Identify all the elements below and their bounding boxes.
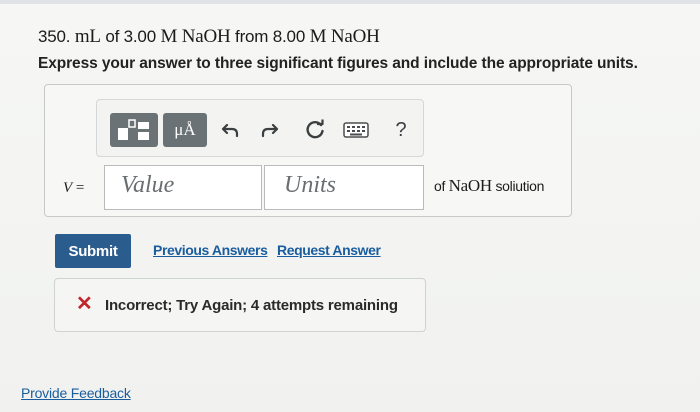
question-solute-2: M NaOH (309, 26, 380, 47)
request-answer-link[interactable]: Request Answer (277, 242, 381, 258)
redo-button[interactable] (256, 113, 282, 147)
variable-equals: = (72, 180, 85, 196)
undo-icon (221, 123, 239, 138)
template-icon (118, 119, 149, 140)
question-from: from (230, 27, 273, 46)
question-text: 350. mL of 3.00 M NaOH from 8.00 M NaOH (38, 26, 380, 48)
problem-page: 350. mL of 3.00 M NaOH from 8.00 M NaOH … (0, 0, 700, 412)
units-button-label: μÅ (174, 120, 196, 139)
reset-icon (306, 119, 324, 139)
help-icon: ? (395, 118, 407, 141)
value-input[interactable]: Value (104, 165, 262, 210)
top-divider (0, 0, 700, 4)
suffix-species: NaOH (448, 176, 492, 195)
answer-suffix: of NaOH soliution (434, 176, 544, 196)
variable-symbol: V (63, 180, 73, 196)
units-placeholder: Units (284, 172, 337, 198)
feedback-message: Incorrect; Try Again; 4 attempts remaini… (105, 297, 398, 314)
suffix-solution: soliution (491, 178, 545, 194)
value-placeholder: Value (121, 172, 175, 198)
keyboard-button[interactable] (341, 113, 371, 147)
suffix-of: of (434, 178, 449, 194)
units-input[interactable]: Units (264, 165, 424, 210)
template-button[interactable] (110, 113, 158, 147)
undo-button[interactable] (218, 113, 244, 147)
submit-button[interactable]: Submit (55, 234, 131, 268)
question-of: of (100, 27, 124, 46)
keyboard-icon (343, 122, 369, 138)
redo-icon (261, 123, 279, 138)
question-conc-1: 3.00 (123, 27, 156, 46)
question-amount: 350. (38, 27, 71, 46)
units-button[interactable]: μÅ (163, 113, 207, 147)
question-volume-unit: mL (74, 26, 101, 47)
provide-feedback-link[interactable]: Provide Feedback (21, 385, 131, 401)
x-icon: ✕ (76, 293, 93, 315)
question-conc-2: 8.00 (272, 27, 306, 46)
variable-label: V = (63, 180, 84, 197)
previous-answers-link[interactable]: Previous Answers (153, 242, 268, 258)
instruction-text: Express your answer to three significant… (38, 55, 638, 72)
question-solute-1: M NaOH (160, 26, 231, 47)
reset-button[interactable] (302, 113, 328, 147)
help-button[interactable]: ? (388, 113, 414, 147)
